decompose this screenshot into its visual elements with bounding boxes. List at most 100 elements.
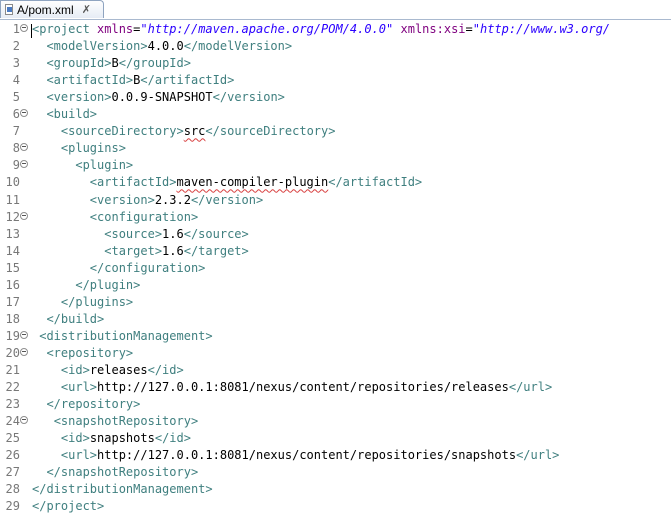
code-line: 15 </configuration> [0,260,671,277]
collapse-fold-icon[interactable] [20,160,28,169]
xml-tag: </sourceDirectory> [205,124,336,139]
collapse-fold-icon[interactable] [20,416,28,425]
code-text: <source>1.6</source> [32,226,249,243]
collapse-fold-icon[interactable] [20,24,28,32]
code-line: 16 </plugin> [0,277,671,294]
line-number: 29 [5,499,20,514]
code-text: <version>2.3.2</version> [32,192,263,209]
xml-content: releases [89,363,148,377]
code-line: 18 </build> [0,311,671,328]
code-text: </snapshotRepository> [32,464,198,481]
code-line: 20 <repository> [0,345,671,362]
collapse-fold-icon[interactable] [20,109,28,118]
line-number: 16 [5,277,20,292]
code-line: 22 <url>http://127.0.0.1:8081/nexus/cont… [0,379,671,396]
xml-tag: </build> [46,311,105,326]
line-number: 11 [5,192,20,207]
line-number: 1 [12,22,20,36]
xml-content: http://127.0.0.1:8081/nexus/content/repo… [97,448,517,463]
code-text: <url>http://127.0.0.1:8081/nexus/content… [32,447,560,464]
tab-label: A/pom.xml [17,2,74,17]
xml-content: 1.6 [162,243,184,258]
tab-pom-xml[interactable]: A/pom.xml ✗ [0,0,104,18]
xml-attribute-value: "http://www.w3.org/ [472,22,611,36]
code-text: <distributionManagement> [32,328,213,345]
xml-tag: </source> [183,226,249,241]
code-text: <plugin> [32,157,133,174]
code-line: 12 <configuration> [0,209,671,226]
editor-tab-bar: A/pom.xml ✗ [0,0,671,20]
code-text: <modelVersion>4.0.0</modelVersion> [32,38,292,55]
xml-tag: <build> [46,107,98,122]
code-line: 8 <plugins> [0,140,671,157]
xml-content: 1.6 [162,226,184,241]
line-number: 15 [5,260,20,275]
xml-tag: </plugin> [75,277,141,292]
xml-content: maven-compiler-plugin [176,175,329,190]
code-line: 11 <version>2.3.2</version> [0,192,671,209]
line-number: 22 [5,380,20,395]
code-text: </plugin> [32,277,140,294]
collapse-fold-icon[interactable] [20,347,28,356]
xml-tag: <project [32,22,98,36]
xml-tag: <artifactId> [89,175,177,190]
xml-tag: </artifactId> [328,175,423,190]
code-line: 7 <sourceDirectory>src</sourceDirectory> [0,123,671,140]
collapse-fold-icon[interactable] [20,143,28,152]
xml-tag: </version> [212,90,285,105]
xml-tag: </groupId> [118,56,191,71]
xml-tag: <distributionManagement> [39,328,213,343]
xml-tag: <sourceDirectory> [60,124,184,139]
line-number: 2 [12,39,20,54]
close-icon[interactable]: ✗ [82,4,91,15]
xml-tag: <groupId> [46,56,112,71]
xml-tag: </distributionManagement> [32,482,213,497]
code-line: 14 <target>1.6</target> [0,243,671,260]
collapse-fold-icon[interactable] [20,330,28,339]
xml-tag: <id> [60,363,90,377]
xml-content: src [183,124,206,139]
code-line: 17 </plugins> [0,294,671,311]
code-line: 19 <distributionManagement> [0,328,671,345]
code-text: </plugins> [32,294,133,311]
code-text: <version>0.0.9-SNAPSHOT</version> [32,89,285,106]
code-line: 2 <modelVersion>4.0.0</modelVersion> [0,38,671,55]
line-number: 7 [12,124,20,139]
xml-tag: <plugins> [60,141,126,156]
code-line: 3 <groupId>B</groupId> [0,55,671,72]
xml-file-icon [4,3,14,16]
code-text: <id>snapshots</id> [32,430,191,447]
xml-tag: <target> [104,243,163,258]
xml-attribute-value: "http://maven.apache.org/POM/4.0.0" [140,22,394,36]
code-line: 6 <build> [0,106,671,123]
xml-tag: <artifactId> [46,73,134,88]
code-text: </project> [32,498,104,515]
line-number: 5 [12,90,20,105]
line-number: 17 [5,294,20,309]
line-number: 6 [12,107,20,122]
xml-tag: </id> [147,363,184,377]
line-number: 9 [12,158,20,173]
code-line: 5 <version>0.0.9-SNAPSHOT</version> [0,89,671,106]
code-text: <url>http://127.0.0.1:8081/nexus/content… [32,379,552,396]
xml-content: = [465,22,473,36]
code-line: 23 </repository> [0,396,671,413]
xml-content: 4.0.0 [147,39,184,54]
collapse-fold-icon[interactable] [20,211,28,220]
code-line: 27 </snapshotRepository> [0,464,671,481]
xml-content: snapshots [89,431,155,446]
code-editor[interactable]: 1 <project xmlns = "http://maven.apache.org… [0,20,671,529]
xml-tag: </target> [183,243,249,258]
line-number: 8 [12,141,20,156]
xml-tag: </artifactId> [140,73,235,88]
